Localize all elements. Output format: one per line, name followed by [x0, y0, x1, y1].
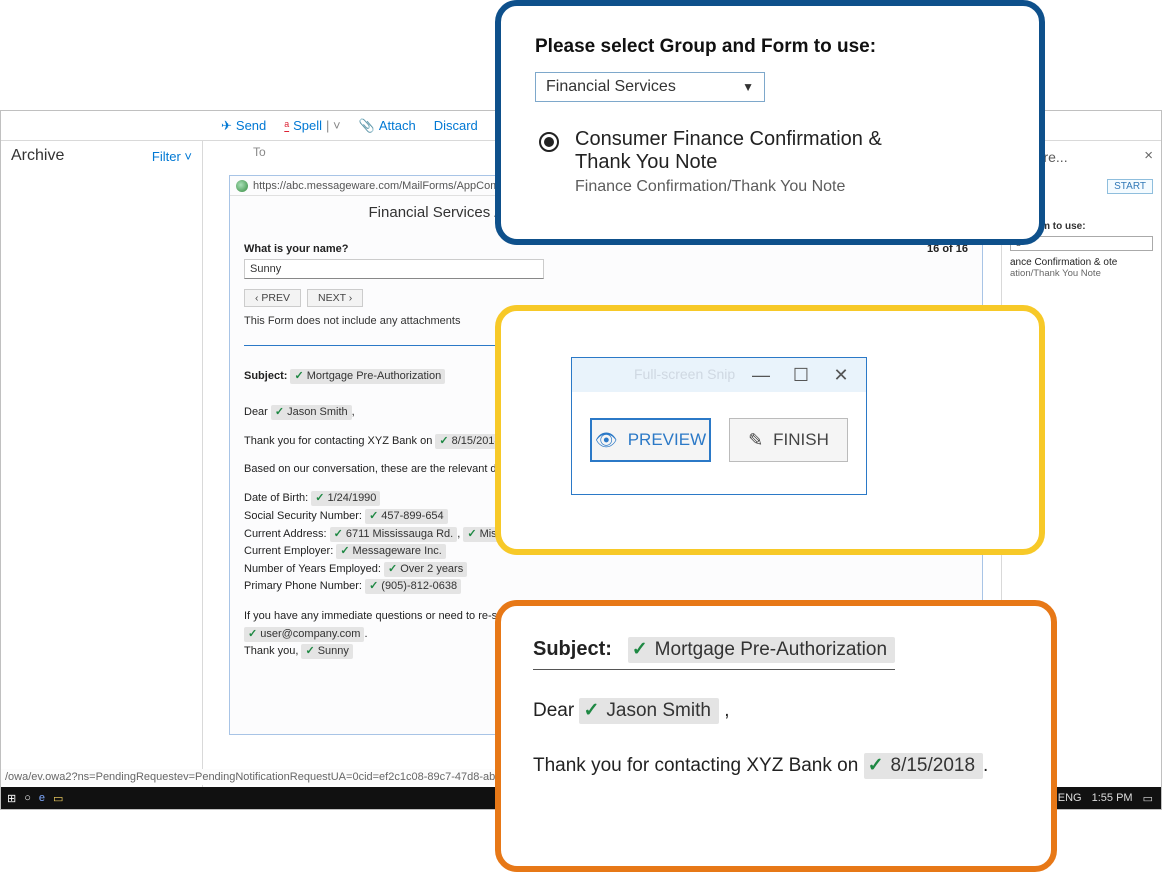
- page-icon: [236, 180, 248, 192]
- check-icon: ✓: [275, 405, 284, 420]
- thankyou-line: Thank you for contacting XYZ Bank on: [533, 755, 858, 776]
- check-icon: ✓: [868, 755, 884, 777]
- check-icon: ✓: [315, 491, 324, 506]
- right-radio-item[interactable]: ance Confirmation & ote ation/Thank You …: [1010, 257, 1153, 279]
- dropdown-value: Financial Services: [546, 78, 676, 96]
- check-icon: ✓: [248, 627, 257, 642]
- radio-subtitle: Finance Confirmation/Thank You Note: [575, 178, 882, 196]
- dob-label: Date of Birth:: [244, 492, 308, 504]
- cortana-icon[interactable]: ○: [24, 792, 31, 804]
- discard-button[interactable]: Discard: [434, 118, 478, 133]
- subject-label: Subject:: [244, 370, 287, 382]
- recipient-chip: ✓ Jason Smith: [579, 698, 718, 724]
- question-label: What is your name?: [244, 243, 349, 255]
- dropdown-caret-icon: | ˅: [326, 118, 341, 133]
- filter-link[interactable]: Filter ˅: [152, 149, 192, 164]
- preview-button[interactable]: 👁 PREVIEW: [590, 418, 711, 462]
- notification-icon[interactable]: ▭: [1143, 792, 1153, 805]
- ssn-label: Social Security Number:: [244, 510, 362, 522]
- check-icon: ✓: [305, 644, 314, 659]
- send-button[interactable]: ✈ Send: [221, 118, 266, 134]
- chevron-down-icon: ˅: [184, 149, 192, 164]
- finish-button[interactable]: ✎ FINISH: [729, 418, 848, 462]
- ssn-chip: ✓457-899-654: [365, 509, 448, 524]
- dropdown-caret-icon: ▼: [742, 80, 754, 94]
- check-icon: ✓: [369, 579, 378, 594]
- subject-chip: ✓ Mortgage Pre-Authorization: [290, 369, 445, 384]
- close-icon[interactable]: ×: [1144, 147, 1153, 164]
- subject-chip: ✓ Mortgage Pre-Authorization: [628, 637, 895, 663]
- employer-label: Current Employer:: [244, 545, 333, 557]
- dear-text: Dear: [244, 406, 268, 418]
- recipient-chip: ✓Jason Smith: [271, 405, 352, 420]
- window-titlebar: Full-screen Snip — ☐ ✕: [572, 358, 866, 392]
- attach-button[interactable]: 📎 Attach: [359, 118, 416, 134]
- subject-value: Mortgage Pre-Authorization: [307, 369, 442, 384]
- windows-start-icon[interactable]: ⊞: [7, 792, 16, 805]
- question-input[interactable]: [244, 259, 544, 279]
- thankyou-text: Thank you,: [244, 645, 298, 657]
- contact-date-chip: ✓ 8/15/2018: [864, 753, 983, 779]
- address-label: Current Address:: [244, 528, 327, 540]
- check-icon: ✓: [369, 509, 378, 524]
- subject-label: Subject:: [533, 638, 612, 660]
- phone-label: Primary Phone Number:: [244, 580, 362, 592]
- email-chip: ✓user@company.com: [244, 627, 364, 642]
- discard-label: Discard: [434, 118, 478, 133]
- send-label: Send: [236, 118, 266, 133]
- check-icon: ✓: [294, 369, 303, 384]
- spell-label: Spell: [293, 118, 322, 133]
- archive-title: Archive: [11, 147, 64, 165]
- callout-blue-instruction: Please select Group and Form to use:: [535, 36, 1005, 58]
- tray-time[interactable]: 1:55 PM: [1092, 792, 1133, 804]
- check-icon: ✓: [632, 639, 648, 661]
- check-icon: ✓: [340, 544, 349, 559]
- attach-label: Attach: [379, 118, 416, 133]
- explorer-icon[interactable]: ▭: [53, 792, 63, 805]
- signer-chip: ✓Sunny: [301, 644, 352, 659]
- next-button[interactable]: NEXT ›: [307, 289, 363, 307]
- dear-text: Dear: [533, 700, 574, 721]
- employer-chip: ✓Messageware Inc.: [336, 544, 445, 559]
- callout-email-preview: Subject: ✓ Mortgage Pre-Authorization De…: [495, 600, 1057, 872]
- to-field-label[interactable]: To: [253, 145, 266, 159]
- spell-button[interactable]: ᵃ Spell | ˅: [284, 118, 340, 133]
- addr-street-chip: ✓6711 Mississauga Rd.: [330, 527, 458, 542]
- check-icon: ✓: [388, 562, 397, 577]
- phone-chip: ✓(905)-812-0638: [365, 579, 461, 594]
- start-button[interactable]: START: [1107, 179, 1153, 194]
- close-icon[interactable]: ✕: [832, 366, 850, 384]
- archive-panel: Archive Filter ˅: [1, 141, 203, 809]
- callout-form-selection: Please select Group and Form to use: Fin…: [495, 0, 1045, 245]
- minimize-icon[interactable]: —: [752, 366, 770, 384]
- preview-window: Full-screen Snip — ☐ ✕ 👁 PREVIEW ✎ FINIS…: [571, 357, 867, 495]
- group-dropdown[interactable]: Financial Services ▼: [535, 72, 765, 102]
- radio-selected-icon: [539, 132, 559, 152]
- check-icon: ✓: [334, 527, 343, 542]
- ghost-title: Full-screen Snip: [634, 366, 735, 382]
- edit-icon: ✎: [748, 430, 763, 451]
- check-icon: ✓: [467, 527, 476, 542]
- dob-chip: ✓1/24/1990: [311, 491, 380, 506]
- check-icon: ✓: [583, 700, 599, 722]
- send-icon: ✈: [221, 118, 232, 134]
- maximize-icon[interactable]: ☐: [792, 366, 810, 384]
- prev-button[interactable]: ‹ PREV: [244, 289, 301, 307]
- paperclip-icon: 📎: [359, 118, 375, 134]
- years-chip: ✓Over 2 years: [384, 562, 467, 577]
- eye-icon: 👁: [595, 430, 618, 451]
- form-radio-option[interactable]: Consumer Finance Confirmation & Thank Yo…: [539, 128, 1007, 196]
- callout-preview-finish: Full-screen Snip — ☐ ✕ 👁 PREVIEW ✎ FINIS…: [495, 305, 1045, 555]
- years-label: Number of Years Employed:: [244, 563, 381, 575]
- spell-icon: ᵃ: [284, 118, 289, 133]
- edge-icon[interactable]: e: [39, 792, 45, 804]
- tray-lang[interactable]: ENG: [1058, 792, 1082, 804]
- check-icon: ✓: [439, 434, 448, 449]
